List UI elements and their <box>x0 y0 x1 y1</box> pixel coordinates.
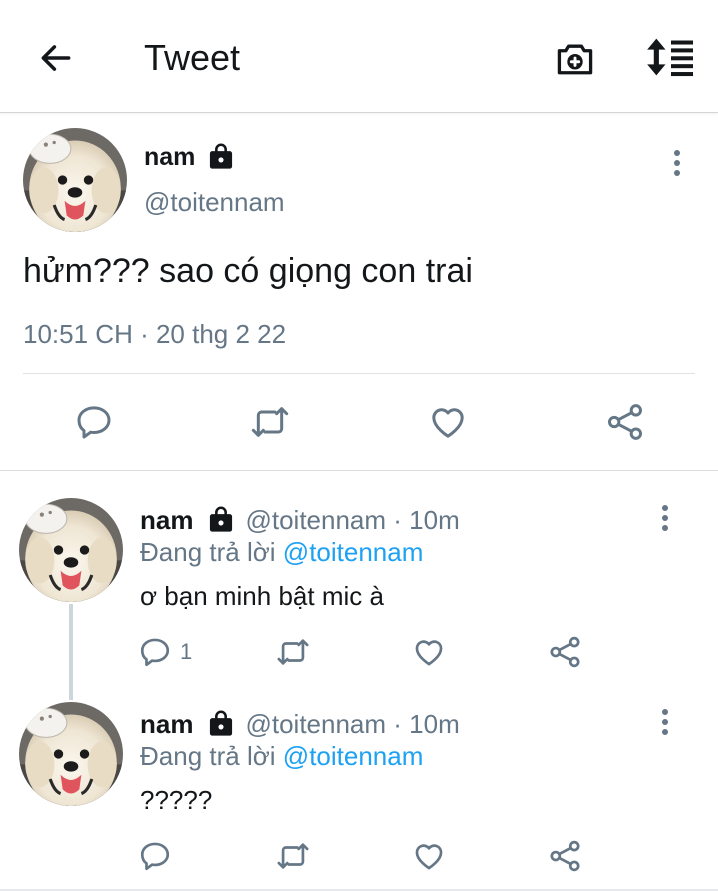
retweet-button[interactable] <box>248 402 292 442</box>
tweet-timestamp: 10:51 CH · 20 thg 2 22 <box>23 319 287 349</box>
retweet-icon <box>251 407 289 437</box>
replying-to: Đang trả lời @toitennam <box>140 536 423 568</box>
more-options-button[interactable] <box>662 143 692 183</box>
reply-text: ơ bạn minh bật mic à <box>140 581 384 611</box>
tweet-text: hửm??? sao có giọng con trai <box>23 252 473 290</box>
camera-plus-icon <box>557 44 593 75</box>
retweet-button[interactable] <box>274 634 312 670</box>
arrow-left-icon <box>41 45 71 71</box>
camera-button[interactable] <box>552 36 598 82</box>
more-vertical-icon <box>662 709 668 735</box>
reply-header: nam @toitennam · 10m <box>140 708 460 740</box>
reply-button[interactable] <box>72 402 116 442</box>
reply-count: 1 <box>180 639 193 664</box>
share-button[interactable] <box>547 634 583 670</box>
thread-connector <box>69 604 73 700</box>
replying-to-prefix: Đang trả lời <box>140 741 276 771</box>
author-name[interactable]: nam <box>140 708 193 740</box>
mention-link[interactable]: @toitennam <box>283 537 424 567</box>
like-button[interactable] <box>426 402 470 442</box>
heart-icon <box>415 640 443 666</box>
reply-icon <box>77 406 111 439</box>
replying-to: Đang trả lời @toitennam <box>140 740 423 772</box>
page-title: Tweet <box>144 37 241 78</box>
reply-button[interactable]: 1 <box>138 634 198 670</box>
share-button[interactable] <box>547 838 583 874</box>
retweet-button[interactable] <box>274 838 312 874</box>
more-vertical-icon <box>674 150 680 176</box>
more-vertical-icon <box>662 505 668 531</box>
reply-icon <box>140 638 170 667</box>
divider <box>0 470 718 471</box>
lock-icon <box>210 506 233 532</box>
avatar[interactable] <box>19 702 123 806</box>
mention-link[interactable]: @toitennam <box>283 741 424 771</box>
lock-icon <box>210 710 233 736</box>
like-button[interactable] <box>411 634 447 670</box>
more-options-button[interactable] <box>650 702 680 742</box>
author-handle[interactable]: @toitennam <box>144 186 285 218</box>
top-app-bar: Tweet <box>0 0 718 113</box>
heart-icon <box>415 844 443 870</box>
author-name-row: nam <box>144 142 235 172</box>
like-button[interactable] <box>411 838 447 874</box>
reply-text: ????? <box>140 785 213 815</box>
share-button[interactable] <box>603 402 647 442</box>
share-icon <box>608 404 642 440</box>
retweet-icon <box>277 843 309 869</box>
sort-list-icon <box>647 38 693 77</box>
author-handle-time[interactable]: @toitennam · 10m <box>245 708 459 740</box>
replying-to-prefix: Đang trả lời <box>140 537 276 567</box>
avatar[interactable] <box>23 128 127 232</box>
divider <box>23 373 695 374</box>
sort-button[interactable] <box>644 34 698 80</box>
more-options-button[interactable] <box>650 498 680 538</box>
heart-icon <box>432 408 464 438</box>
author-name[interactable]: nam <box>140 504 193 536</box>
reply-header: nam @toitennam · 10m <box>140 504 460 536</box>
share-icon <box>550 840 580 872</box>
retweet-icon <box>277 639 309 665</box>
reply-button[interactable] <box>138 838 176 874</box>
lock-icon <box>210 143 233 169</box>
back-button[interactable] <box>34 36 78 80</box>
author-handle-time[interactable]: @toitennam · 10m <box>245 504 459 536</box>
reply-icon <box>140 842 170 871</box>
avatar[interactable] <box>19 498 123 602</box>
share-icon <box>550 636 580 668</box>
author-name[interactable]: nam <box>144 142 195 172</box>
